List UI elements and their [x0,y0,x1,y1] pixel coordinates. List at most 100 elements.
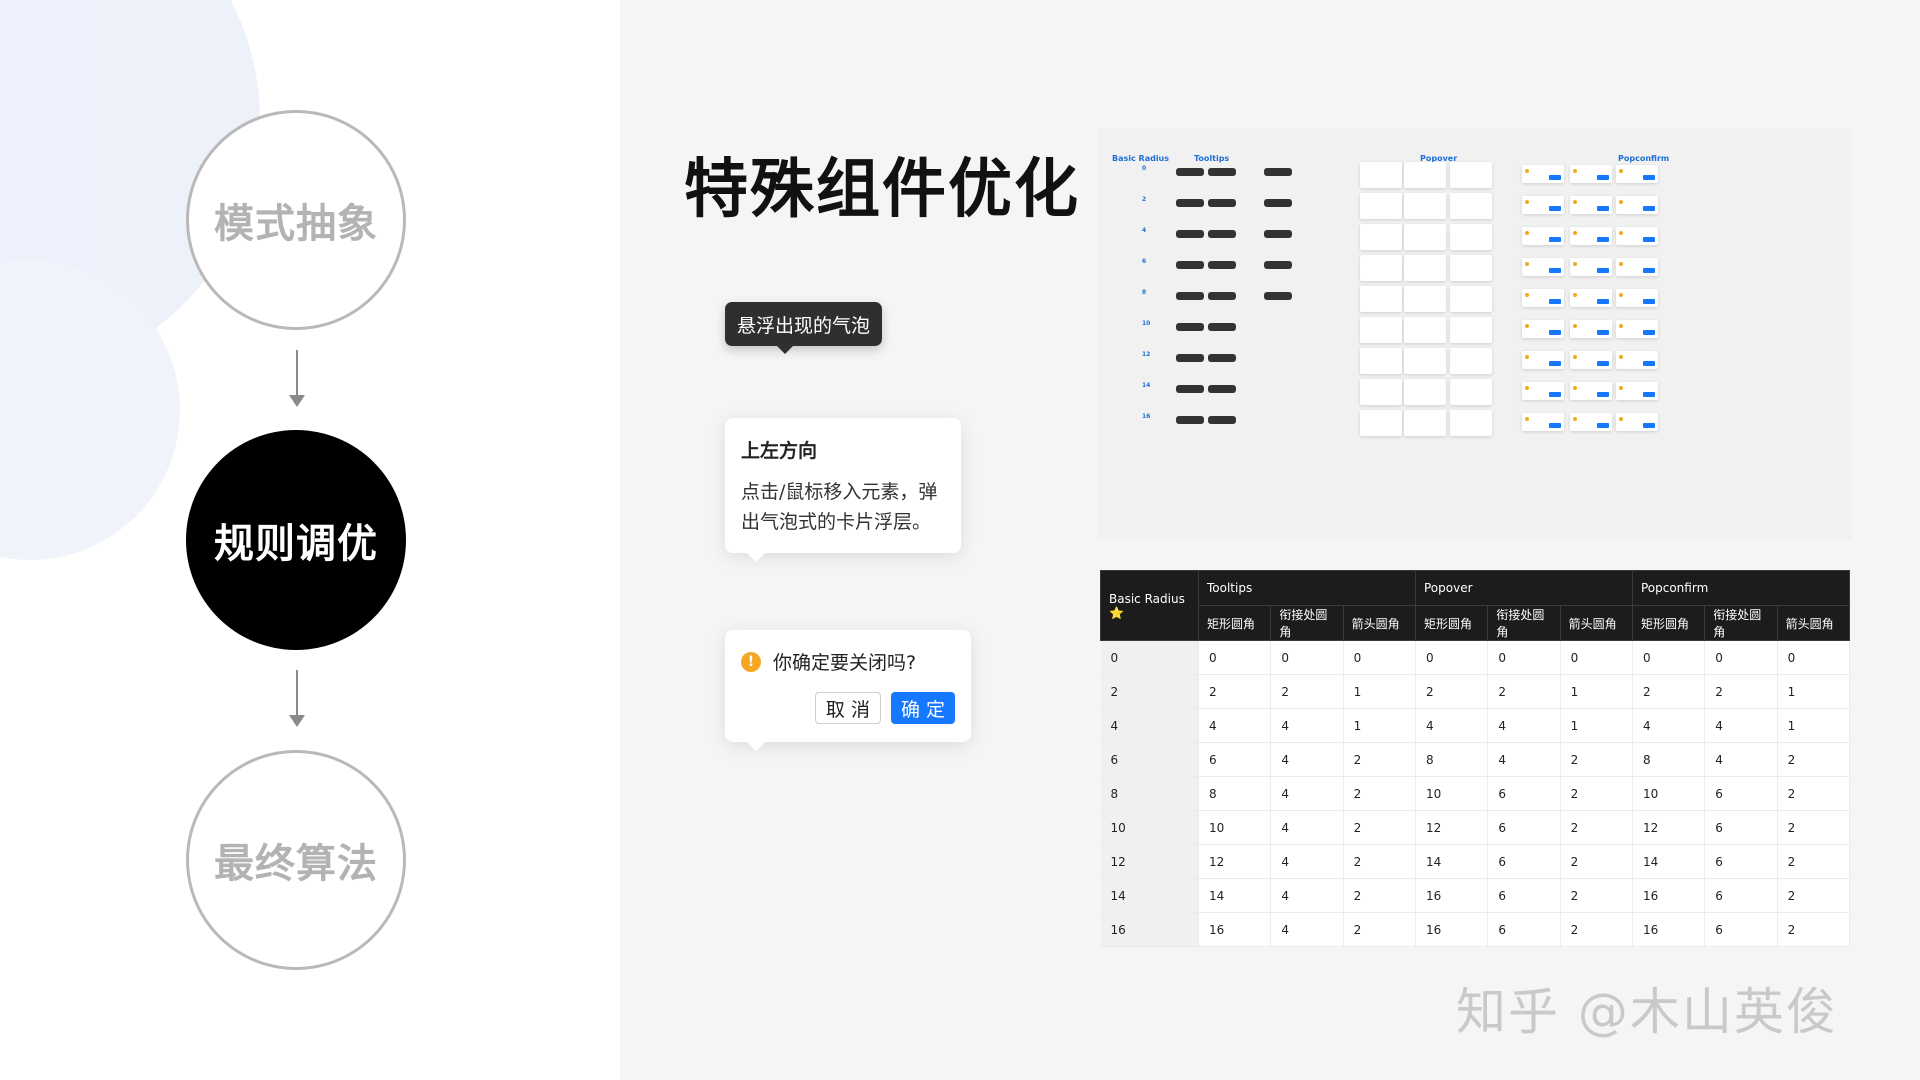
table-cell: 4 [1270,776,1344,811]
table-cell: 2 [1777,878,1851,913]
popconfirm-text: 你确定要关闭吗? [773,652,917,674]
popover-thumbnail [1360,410,1402,436]
table-cell: 1 [1777,708,1851,743]
table-cell: 2 [1198,674,1272,709]
table-cell: 4 [1198,708,1272,743]
popconfirm-thumbnail [1522,196,1564,214]
table-cell: 6 [1704,810,1778,845]
board-label-tooltips: Tooltips [1194,154,1230,163]
table-group-header: Popconfirm [1631,570,1851,606]
popconfirm-thumbnail [1570,258,1612,276]
tooltip-thumbnail [1176,323,1204,331]
popconfirm-thumbnail [1570,289,1612,307]
table-cell: 12 [1198,844,1272,879]
popover-thumbnail [1360,379,1402,405]
popover-thumbnail [1360,317,1402,343]
watermark: 知乎 @木山英俊 [1456,983,1838,1041]
step-final-algorithm: 最终算法 [186,750,406,970]
table-cell: 6 [1704,776,1778,811]
tooltip-thumbnail [1176,230,1204,238]
table-cell: 0 [1415,640,1489,675]
board-row-number: 14 [1142,382,1151,389]
table-cell: 10 [1415,776,1489,811]
table-row: 2221221221 [1100,674,1851,709]
table-cell: 4 [1270,708,1344,743]
table-cell: 2 [1343,742,1416,777]
popconfirm-thumbnail [1522,382,1564,400]
board-row-number: 10 [1142,320,1151,327]
tooltip-thumbnail [1264,230,1292,238]
table-cell: 14 [1415,844,1489,879]
table-cell: 2 [1777,742,1851,777]
table-cell: 4 [1487,742,1561,777]
table-cell: 6 [1704,844,1778,879]
popover-thumbnail [1360,224,1402,250]
table-cell: 6 [1198,742,1272,777]
popover-thumbnail [1404,410,1446,436]
popover-thumbnail [1404,224,1446,250]
table-cell: 8 [1632,742,1706,777]
table-cell: 2 [1560,776,1633,811]
tooltip-thumbnail [1208,416,1236,424]
table-row-header: 16 [1100,912,1199,947]
popconfirm-thumbnail [1616,258,1658,276]
popover-thumbnail [1450,162,1492,188]
popconfirm-thumbnail [1522,258,1564,276]
table-cell: 2 [1343,912,1416,947]
confirm-button[interactable]: 确 定 [890,692,955,724]
table-subheader: 箭头圆角 [1559,605,1633,641]
popconfirm-thumbnail [1616,351,1658,369]
table-cell: 12 [1632,810,1706,845]
table-cell: 16 [1415,878,1489,913]
popconfirm-demo: ! 你确定要关闭吗? 取 消 确 定 [725,630,971,751]
table-row: 16 16 4 2 16 6 2 16 6 2 [1100,912,1851,947]
tooltip-thumbnail [1176,292,1204,300]
board-row-number: 4 [1142,227,1147,234]
popover-thumbnail [1360,162,1402,188]
popover-title: 上左方向 [741,440,818,462]
popconfirm-thumbnail [1616,165,1658,183]
table-subheader: 矩形圆角 [1631,605,1706,641]
table-cell: 4 [1270,912,1344,947]
table-subheader: 箭头圆角 [1342,605,1416,641]
popconfirm-thumbnail [1570,351,1612,369]
table-corner-header: Basic Radius ⭐ [1100,570,1199,641]
popover-demo: 上左方向 点击/鼠标移入元素，弹出气泡式的卡片浮层。 [725,418,961,562]
popover-thumbnail [1450,379,1492,405]
table-cell: 4 [1632,708,1706,743]
tooltip-demo: 悬浮出现的气泡 [725,302,883,354]
popconfirm-thumbnail [1522,351,1564,369]
table-row: 14 14 4 2 16 6 2 16 6 2 [1100,878,1851,913]
popover-thumbnail [1404,193,1446,219]
table-cell: 16 [1632,912,1706,947]
popover-thumbnail [1450,224,1492,250]
board-row-number: 8 [1142,289,1147,296]
table-cell: 2 [1560,878,1633,913]
tooltip-thumbnail [1176,416,1204,424]
tooltip-thumbnail [1208,199,1236,207]
popconfirm-thumbnail [1570,413,1612,431]
table-cell: 2 [1343,776,1416,811]
board-row-number: 12 [1142,351,1151,358]
table-cell: 4 [1270,878,1344,913]
tooltip-thumbnail [1208,230,1236,238]
component-variants-board: Basic Radius Tooltips Popover Popconfirm… [1098,128,1852,540]
popconfirm-thumbnail [1522,289,1564,307]
table-cell: 2 [1343,810,1416,845]
table-cell: 4 [1270,810,1344,845]
tooltip-thumbnail [1208,292,1236,300]
table-row-header: 8 [1100,776,1199,811]
tooltip-text: 悬浮出现的气泡 [737,314,871,337]
table-cell: 1 [1560,674,1633,709]
table-subheader: 衔接处圆角 [1270,605,1344,641]
board-row-number: 0 [1142,165,1147,172]
table-cell: 4 [1704,708,1778,743]
step-pattern-abstraction: 模式抽象 [186,110,406,330]
popover-thumbnail [1404,317,1446,343]
arrow-down-icon [289,350,305,407]
popconfirm-thumbnail [1616,227,1658,245]
tooltip-thumbnail [1176,385,1204,393]
table-cell: 6 [1487,810,1561,845]
cancel-button[interactable]: 取 消 [814,692,881,724]
tooltip-thumbnail [1208,168,1236,176]
